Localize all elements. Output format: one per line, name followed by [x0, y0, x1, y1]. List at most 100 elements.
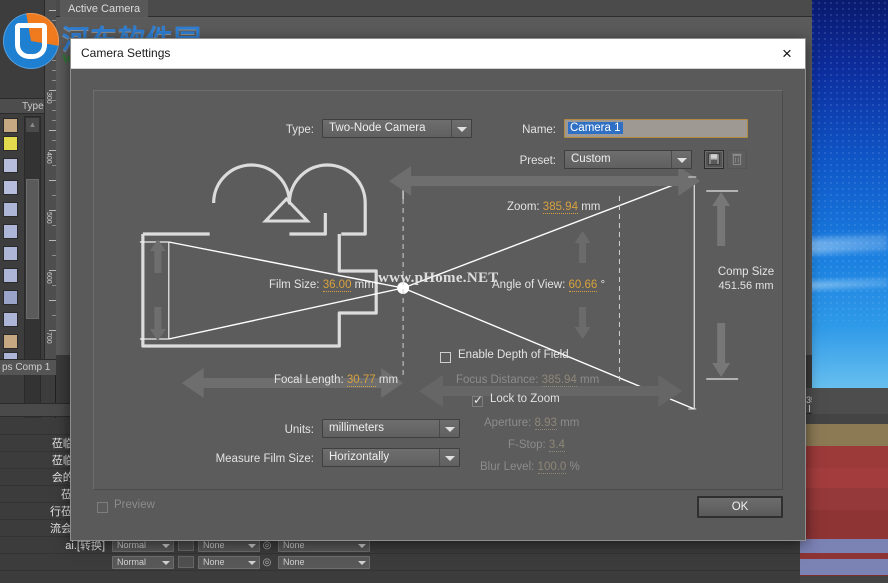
preset-label: Preset: — [519, 155, 556, 167]
timeline-scrollbar-2[interactable] — [800, 559, 888, 575]
color-swatch[interactable] — [3, 158, 18, 173]
film-size-value[interactable]: 36.00 — [322, 279, 352, 292]
measure-film-size-label: Measure Film Size: — [215, 453, 314, 465]
name-input[interactable]: Camera 1 — [564, 119, 748, 138]
focus-distance-label: Focus Distance: — [456, 374, 539, 386]
lock-to-zoom-checkbox[interactable] — [472, 393, 483, 407]
color-swatch[interactable] — [3, 224, 18, 239]
layer-bar[interactable] — [800, 488, 888, 510]
color-swatch[interactable] — [3, 202, 18, 217]
timeline-graph[interactable] — [800, 388, 888, 583]
film-size-field[interactable]: Film Size: 36.00 mm — [269, 279, 374, 292]
dialog-body: Type: Two-Node Camera Name: Camera 1 Pre… — [71, 69, 805, 540]
layer-bar[interactable] — [800, 446, 888, 468]
scrollbar-thumb[interactable] — [26, 179, 39, 319]
preview-label[interactable]: Preview — [114, 499, 155, 511]
measure-film-size-value: Horizontally — [329, 451, 390, 463]
units-label: Units: — [284, 424, 314, 436]
measure-film-size-select[interactable]: Horizontally — [322, 448, 460, 467]
left-panel-header-label: Type — [22, 101, 44, 112]
camera-settings-dialog: Camera Settings × Type: Two-Node Camera … — [70, 38, 806, 541]
color-swatch[interactable] — [3, 246, 18, 261]
scroll-up-arrow-icon[interactable]: ▲ — [26, 118, 39, 132]
chevron-down-icon — [445, 427, 455, 432]
focal-length-field[interactable]: Focal Length: 30.77 mm — [274, 374, 399, 387]
tab-comp-1[interactable]: ps Comp 1 — [0, 359, 56, 375]
focal-length-unit: mm — [378, 374, 399, 386]
track-matte-cell[interactable]: None — [198, 555, 260, 569]
dialog-content-panel: Type: Two-Node Camera Name: Camera 1 Pre… — [93, 90, 783, 490]
dialog-title: Camera Settings — [81, 46, 171, 60]
zoom-unit: mm — [581, 201, 601, 213]
dialog-footer: Preview OK — [71, 488, 805, 540]
comp-tab-label: ps Comp 1 — [2, 362, 51, 373]
parent-select[interactable]: None — [278, 555, 370, 569]
close-icon[interactable]: × — [775, 43, 799, 65]
delete-preset-button[interactable] — [727, 150, 747, 169]
site-logo-icon — [3, 13, 59, 69]
zoom-value[interactable]: 385.94 — [542, 201, 578, 214]
color-swatch[interactable] — [3, 136, 18, 151]
enable-dof-checkbox[interactable] — [440, 352, 451, 363]
enable-dof-label[interactable]: Enable Depth of Field — [458, 349, 569, 361]
type-label: Type: — [285, 124, 314, 136]
blend-mode-value: Normal — [117, 556, 147, 567]
color-swatch[interactable] — [3, 180, 18, 195]
parent-pickwhip-icon[interactable]: ◎ — [260, 557, 274, 568]
color-swatch[interactable] — [3, 290, 18, 305]
color-swatch[interactable] — [3, 312, 18, 327]
tab-active-camera[interactable]: Active Camera — [60, 0, 149, 17]
blend-mode-cell[interactable]: Normal — [112, 555, 174, 569]
parent-pickwhip-icon[interactable]: ◎ — [260, 540, 274, 551]
focus-distance-field: Focus Distance: 385.94 mm — [456, 374, 600, 387]
lock-to-zoom-label[interactable]: Lock to Zoom — [490, 393, 560, 405]
chevron-down-icon — [162, 560, 170, 565]
timeline-scrollbar[interactable] — [800, 539, 888, 553]
units-select[interactable]: millimeters — [322, 419, 460, 438]
layer-bar[interactable] — [800, 468, 888, 488]
chevron-down-icon — [162, 543, 170, 548]
save-preset-button[interactable] — [704, 150, 724, 169]
f-stop-field: F-Stop: 3.4 — [508, 439, 565, 452]
track-matte-value: None — [203, 556, 225, 567]
color-swatch[interactable] — [3, 118, 18, 133]
name-input-value: Camera 1 — [568, 122, 623, 134]
chevron-down-icon — [445, 456, 455, 461]
parent-cell[interactable]: None — [278, 555, 370, 569]
aperture-label: Aperture: — [484, 417, 532, 429]
parent-value: None — [283, 539, 305, 550]
f-stop-value: 3.4 — [548, 439, 565, 452]
aperture-value: 8.93 — [534, 417, 557, 430]
preset-select[interactable]: Custom — [564, 150, 692, 169]
chevron-down-icon — [358, 543, 366, 548]
zoom-field[interactable]: Zoom: 385.94 mm — [507, 201, 601, 214]
track-matte-value: None — [203, 539, 225, 550]
focus-distance-unit: mm — [580, 374, 600, 386]
layer-bar[interactable] — [800, 424, 888, 446]
chevron-down-icon — [248, 543, 256, 548]
layer-toggle-box[interactable] — [178, 556, 194, 568]
type-select[interactable]: Two-Node Camera — [322, 119, 472, 138]
color-swatch[interactable] — [3, 334, 18, 349]
blur-level-label: Blur Level: — [480, 461, 535, 473]
angle-of-view-value[interactable]: 60.66 — [568, 279, 598, 292]
angle-of-view-unit: ° — [600, 279, 606, 291]
color-swatch[interactable] — [3, 268, 18, 283]
preset-value: Custom — [571, 153, 611, 165]
f-stop-label: F-Stop: — [508, 439, 546, 451]
ok-button[interactable]: OK — [697, 496, 783, 518]
trash-icon — [732, 153, 742, 166]
preview-checkbox[interactable] — [97, 502, 108, 513]
parent-value: None — [283, 556, 305, 567]
track-matte-select[interactable]: None — [198, 555, 260, 569]
chevron-down-icon — [358, 560, 366, 565]
blur-level-field: Blur Level: 100.0 % — [480, 461, 580, 474]
watermark-center: www.pHome.NET — [378, 270, 499, 286]
blend-mode-select[interactable]: Normal — [112, 555, 174, 569]
table-row[interactable]: Normal None ◎ None — [0, 554, 812, 571]
focal-length-value[interactable]: 30.77 — [346, 374, 376, 387]
comp-size-value: 451.56 mm — [718, 280, 774, 292]
dialog-title-bar[interactable]: Camera Settings × — [71, 39, 805, 69]
blend-mode-value: Normal — [117, 539, 147, 550]
angle-of-view-field[interactable]: Angle of View: 60.66 ° — [492, 279, 606, 292]
